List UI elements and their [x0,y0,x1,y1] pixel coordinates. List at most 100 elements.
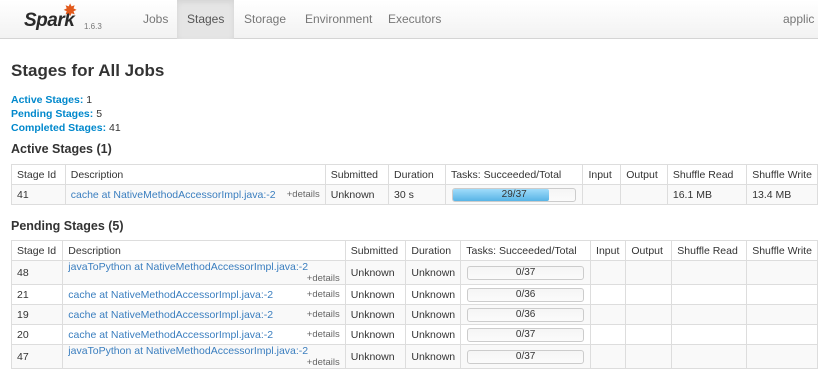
stage-description-link[interactable]: javaToPython at NativeMethodAccessorImpl… [68,262,308,274]
shuffle-read: 16.1 MB [666,184,748,205]
output [625,344,673,369]
stage-id: 48 [10,260,64,285]
shuffle-read [671,324,748,345]
duration: Unknown [405,260,462,285]
col-shuffle-read[interactable]: Shuffle Read [671,240,748,261]
tasks-count: 29/37 [501,188,527,200]
completed-stages-link[interactable]: Completed Stages: [11,122,106,134]
tasks-progress-bar: 0/36 [467,307,585,322]
duration: Unknown [405,324,462,345]
submitted: Unknown [344,260,407,285]
col-description[interactable]: Description [64,164,326,185]
summary-pending-stages: Pending Stages: 5 [11,108,102,120]
stage-id: 20 [10,324,64,345]
active-stages-heading[interactable]: Active Stages (1) [11,142,112,156]
input [590,260,627,285]
spark-logo[interactable]: Spark ✸ 1.6.3 [24,2,110,37]
col-tasks[interactable]: Tasks: Succeeded/Total [460,240,592,261]
col-shuffle-write[interactable]: Shuffle Write [746,240,818,261]
pending-stages-link[interactable]: Pending Stages: [11,108,93,120]
col-submitted[interactable]: Submitted [324,164,390,185]
details-toggle[interactable]: +details [307,357,340,368]
description-cell: cache at NativeMethodAccessorImpl.java:-… [62,284,346,305]
version-label: 1.6.3 [84,22,102,31]
table-row: 48 javaToPython at NativeMethodAccessorI… [10,260,818,285]
completed-stages-count: 41 [109,122,121,134]
tasks-count: 0/37 [515,266,536,278]
description-cell: javaToPython at NativeMethodAccessorImpl… [62,344,346,369]
page-title: Stages for All Jobs [11,61,165,80]
tasks-cell: 0/37 [460,260,592,285]
col-output[interactable]: Output [620,164,668,185]
col-input[interactable]: Input [590,240,627,261]
table-header-row: Stage Id Description Submitted Duration … [11,164,818,185]
active-stages-table: Stage Id Description Submitted Duration … [11,164,818,205]
details-toggle[interactable]: +details [307,309,340,320]
stage-id: 41 [11,184,66,205]
shuffle-read [671,344,748,369]
table-row: 21 cache at NativeMethodAccessorImpl.jav… [10,284,818,305]
shuffle-write [746,260,818,285]
shuffle-write [746,284,818,305]
details-toggle[interactable]: +details [307,289,340,300]
stage-description-link[interactable]: cache at NativeMethodAccessorImpl.java:-… [68,329,273,341]
tasks-progress-bar: 0/37 [467,349,585,364]
stage-description-link[interactable]: cache at NativeMethodAccessorImpl.java:-… [71,189,276,201]
table-row: 19 cache at NativeMethodAccessorImpl.jav… [10,304,818,325]
tab-storage[interactable]: Storage [234,0,296,39]
stage-description-link[interactable]: javaToPython at NativeMethodAccessorImpl… [68,346,308,358]
stage-description-link[interactable]: cache at NativeMethodAccessorImpl.java:-… [68,309,273,321]
shuffle-write [746,304,818,325]
shuffle-write [746,324,818,345]
col-duration[interactable]: Duration [388,164,446,185]
col-duration[interactable]: Duration [405,240,462,261]
col-description[interactable]: Description [62,240,346,261]
tab-stages[interactable]: Stages [177,0,235,39]
stage-id: 19 [10,304,64,325]
input [590,324,627,345]
stage-id: 47 [10,344,64,369]
shuffle-read [671,260,748,285]
tasks-progress-bar: 29/37 [451,187,577,202]
table-row: 47 javaToPython at NativeMethodAccessorI… [10,344,818,369]
active-stages-link[interactable]: Active Stages: [11,94,83,106]
tasks-count: 0/37 [515,328,536,340]
col-output[interactable]: Output [625,240,673,261]
col-stage-id[interactable]: Stage Id [10,240,64,261]
table-header-row: Stage Id Description Submitted Duration … [10,240,818,261]
output [625,284,673,305]
tab-executors[interactable]: Executors [378,0,451,39]
output [625,260,673,285]
details-toggle[interactable]: +details [307,329,340,340]
output [620,184,668,205]
input [590,284,627,305]
shuffle-write: 13.4 MB [746,184,818,205]
shuffle-read [671,304,748,325]
tasks-cell: 0/36 [460,284,592,305]
tasks-progress-bar: 0/37 [467,327,585,342]
details-toggle[interactable]: +details [287,189,320,200]
duration: 30 s [388,184,446,205]
tab-jobs[interactable]: Jobs [133,0,178,39]
description-cell: javaToPython at NativeMethodAccessorImpl… [62,260,346,285]
col-submitted[interactable]: Submitted [344,240,407,261]
tasks-cell: 0/37 [460,324,592,345]
pending-stages-heading[interactable]: Pending Stages (5) [11,219,124,233]
stage-description-link[interactable]: cache at NativeMethodAccessorImpl.java:-… [68,289,273,301]
tasks-progress-bar: 0/36 [467,287,585,302]
col-shuffle-write[interactable]: Shuffle Write [746,164,818,185]
details-toggle[interactable]: +details [307,273,340,284]
col-shuffle-read[interactable]: Shuffle Read [666,164,748,185]
col-input[interactable]: Input [582,164,622,185]
tasks-cell: 0/37 [460,344,592,369]
table-row: 41 cache at NativeMethodAccessorImpl.jav… [11,184,818,205]
col-stage-id[interactable]: Stage Id [11,164,66,185]
description-cell: cache at NativeMethodAccessorImpl.java:-… [62,324,346,345]
input [590,344,627,369]
output [625,324,673,345]
active-stages-count: 1 [86,94,93,106]
table-row: 20 cache at NativeMethodAccessorImpl.jav… [10,324,818,345]
tasks-count: 0/36 [515,288,536,300]
col-tasks[interactable]: Tasks: Succeeded/Total [444,164,584,185]
tab-environment[interactable]: Environment [295,0,382,39]
